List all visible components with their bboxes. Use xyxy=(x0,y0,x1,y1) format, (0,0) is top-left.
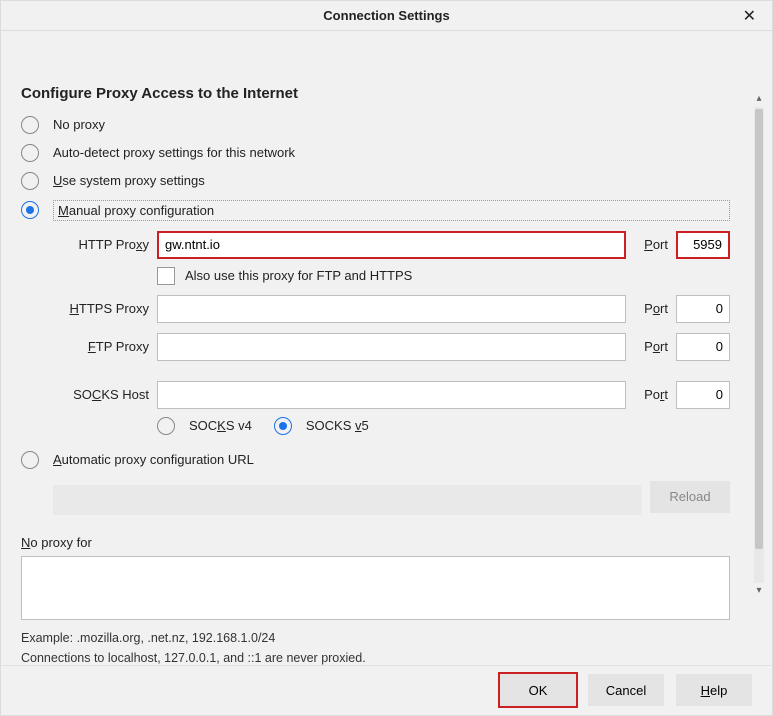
socks4-label: SOCKS v4 xyxy=(189,418,252,433)
port-label: Port xyxy=(634,237,668,252)
socks-host-input[interactable] xyxy=(157,381,626,409)
dialog-title: Connection Settings xyxy=(323,8,449,23)
radio-use-system[interactable]: Use system proxy settings xyxy=(21,172,730,190)
https-proxy-label: HTTPS Proxy xyxy=(53,301,149,316)
socks5-label: SOCKS v5 xyxy=(306,418,369,433)
socks-host-label: SOCKS Host xyxy=(53,387,149,402)
socks-port-input[interactable] xyxy=(676,381,730,409)
http-proxy-input[interactable] xyxy=(157,231,626,259)
radio-icon[interactable] xyxy=(21,201,39,219)
https-proxy-input[interactable] xyxy=(157,295,626,323)
pac-url-input[interactable] xyxy=(53,485,642,515)
radio-icon[interactable] xyxy=(21,451,39,469)
no-proxy-for-input[interactable] xyxy=(21,556,730,620)
radio-icon[interactable] xyxy=(21,172,39,190)
radio-label: No proxy xyxy=(53,117,105,132)
manual-proxy-block: HTTP Proxy Port Also use this proxy for … xyxy=(53,231,730,441)
ftp-port-input[interactable] xyxy=(676,333,730,361)
dialog-body: ▴ ▾ Configure Proxy Access to the Intern… xyxy=(1,31,772,665)
pac-row: Reload xyxy=(53,479,730,515)
also-use-checkbox[interactable] xyxy=(157,267,175,285)
note-text: Connections to localhost, 127.0.0.1, and… xyxy=(21,651,730,665)
port-label: Port xyxy=(634,387,668,402)
scrollbar-thumb[interactable] xyxy=(755,109,763,549)
content-area: Configure Proxy Access to the Internet N… xyxy=(21,85,752,665)
radio-manual[interactable]: Manual proxy configuration xyxy=(21,200,730,221)
radio-auto-url[interactable]: Automatic proxy configuration URL xyxy=(21,451,730,469)
also-use-row[interactable]: Also use this proxy for FTP and HTTPS xyxy=(157,267,730,285)
cancel-button[interactable]: Cancel xyxy=(588,674,664,706)
no-proxy-for-label: No proxy for xyxy=(21,535,730,550)
connection-settings-dialog: Connection Settings ✕ ▴ ▾ Configure Prox… xyxy=(0,0,773,716)
http-proxy-label: HTTP Proxy xyxy=(53,237,149,252)
radio-label: Auto-detect proxy settings for this netw… xyxy=(53,145,295,160)
scroll-down-icon[interactable]: ▾ xyxy=(752,585,766,597)
ok-button[interactable]: OK xyxy=(500,674,576,706)
http-port-input[interactable] xyxy=(676,231,730,259)
close-icon[interactable]: ✕ xyxy=(737,7,762,27)
radio-auto-detect[interactable]: Auto-detect proxy settings for this netw… xyxy=(21,144,730,162)
ftp-proxy-label: FTP Proxy xyxy=(53,339,149,354)
port-label: Port xyxy=(634,339,668,354)
radio-label: Use system proxy settings xyxy=(53,173,205,188)
https-port-input[interactable] xyxy=(676,295,730,323)
port-label: Port xyxy=(634,301,668,316)
scrollbar-track[interactable] xyxy=(754,107,764,583)
radio-icon[interactable] xyxy=(21,144,39,162)
also-use-label: Also use this proxy for FTP and HTTPS xyxy=(185,268,412,283)
dialog-footer: OK Cancel Help xyxy=(1,665,772,715)
reload-button[interactable]: Reload xyxy=(650,481,730,513)
radio-label: Manual proxy configuration xyxy=(53,200,730,221)
titlebar: Connection Settings ✕ xyxy=(1,1,772,31)
radio-icon[interactable] xyxy=(21,116,39,134)
vertical-scrollbar[interactable]: ▴ ▾ xyxy=(752,93,766,597)
socks-version-row: SOCKS v4 SOCKS v5 xyxy=(157,417,730,435)
scroll-up-icon[interactable]: ▴ xyxy=(752,93,766,105)
example-text: Example: .mozilla.org, .net.nz, 192.168.… xyxy=(21,631,730,645)
radio-label: Automatic proxy configuration URL xyxy=(53,452,254,467)
radio-socks4[interactable] xyxy=(157,417,175,435)
ftp-proxy-input[interactable] xyxy=(157,333,626,361)
help-button[interactable]: Help xyxy=(676,674,752,706)
radio-socks5[interactable] xyxy=(274,417,292,435)
page-heading: Configure Proxy Access to the Internet xyxy=(21,85,730,102)
radio-no-proxy[interactable]: No proxy xyxy=(21,116,730,134)
